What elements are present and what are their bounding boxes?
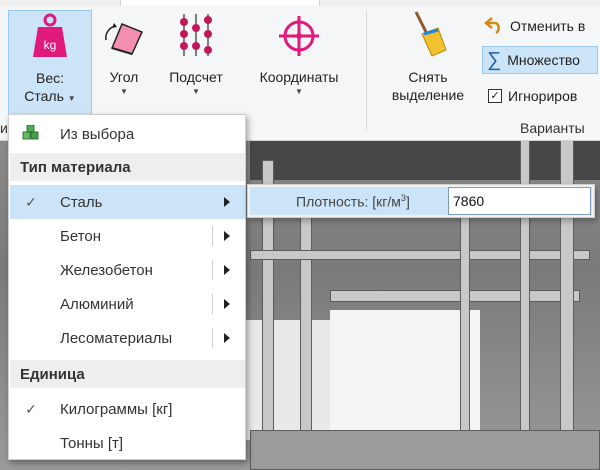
density-label: Плотность: [кг/м3]	[296, 193, 410, 210]
angle-button[interactable]: Угол ▼	[96, 10, 152, 116]
menu-item-label: Килограммы [кг]	[60, 400, 173, 418]
clear-selection-button[interactable]: Снять выделение	[378, 10, 478, 116]
sigma-icon: ∑	[487, 48, 502, 71]
submenu-arrow-icon	[224, 299, 230, 309]
weight-button-sublabel: Сталь ▼	[24, 88, 76, 104]
weight-icon: kg	[27, 11, 73, 59]
multiple-button[interactable]: ∑ Множество	[482, 46, 598, 74]
ignore-checkbox-box[interactable]: ✓	[488, 89, 502, 103]
check-icon: ✓	[25, 400, 37, 417]
options-group-label: Варианты	[520, 120, 585, 136]
crosshair-icon	[276, 10, 322, 58]
weight-button-label: Вес:	[35, 70, 64, 86]
multiple-label: Множество	[507, 52, 580, 68]
menu-item-label: Сталь	[60, 193, 103, 211]
viewport-structure	[250, 140, 600, 180]
steel-submenu: Плотность: [кг/м3]	[247, 184, 595, 218]
viewport-beam	[250, 250, 590, 260]
submenu-arrow-icon	[224, 333, 230, 343]
coordinates-button-label: Координаты	[259, 69, 339, 85]
clear-selection-line1: Снять	[408, 69, 448, 85]
menu-item-reinforced-concrete[interactable]: Железобетон	[10, 253, 245, 287]
submenu-arrow-icon	[224, 231, 230, 241]
weight-dropdown-menu: Из выбора Тип материала ✓ Сталь Бетон Же…	[8, 114, 246, 460]
viewport-floor	[250, 430, 600, 470]
ribbon-tab-strip	[0, 0, 600, 6]
density-input[interactable]	[448, 187, 591, 215]
chevron-down-icon: ▼	[120, 87, 128, 96]
svg-text:kg: kg	[44, 38, 57, 52]
viewport-beam	[330, 290, 580, 302]
menu-item-aluminum[interactable]: Алюминий	[10, 287, 245, 321]
menu-item-concrete[interactable]: Бетон	[10, 219, 245, 253]
menu-item-timber[interactable]: Лесоматериалы	[10, 321, 245, 355]
chevron-down-icon: ▼	[295, 87, 303, 96]
submenu-separator	[212, 328, 213, 348]
submenu-arrow-icon	[224, 197, 230, 207]
submenu-arrow-icon	[224, 265, 230, 275]
angle-button-label: Угол	[109, 69, 139, 85]
count-icon	[173, 10, 219, 58]
viewport-opening	[330, 310, 480, 440]
cubes-icon	[22, 124, 39, 144]
group-label-cut: и	[0, 120, 8, 136]
clear-selection-line2: выделение	[391, 87, 465, 103]
menu-item-label: Лесоматериалы	[60, 329, 173, 347]
count-button-label: Подсчет	[169, 69, 223, 85]
menu-item-label: Тонны [т]	[60, 434, 124, 452]
check-icon: ✓	[25, 193, 37, 210]
menu-item-kilograms[interactable]: ✓ Килограммы [кг]	[10, 392, 245, 426]
unit-section-header: Единица	[10, 360, 245, 388]
submenu-separator	[212, 226, 213, 246]
menu-item-label: Алюминий	[60, 295, 134, 313]
undo-label: Отменить в	[510, 18, 586, 34]
active-tab[interactable]	[120, 0, 320, 6]
count-button[interactable]: Подсчет ▼	[156, 10, 236, 116]
menu-item-tonnes[interactable]: Тонны [т]	[10, 426, 245, 460]
viewport-opening	[240, 320, 330, 440]
angle-icon	[101, 10, 147, 58]
ribbon-separator	[366, 10, 367, 130]
ignore-checkbox[interactable]: ✓ Игнориров	[488, 82, 600, 110]
chevron-down-icon: ▼	[192, 87, 200, 96]
menu-item-steel[interactable]: ✓ Сталь	[10, 185, 245, 219]
menu-item-label: Бетон	[60, 227, 102, 245]
broom-icon	[405, 10, 451, 58]
menu-item-label: Железобетон	[60, 261, 153, 279]
menu-item-from-selection[interactable]: Из выбора	[10, 117, 245, 151]
undo-icon	[484, 16, 504, 37]
submenu-separator	[212, 260, 213, 280]
coordinates-button[interactable]: Координаты ▼	[244, 10, 354, 116]
menu-item-label: Из выбора	[60, 125, 135, 143]
submenu-separator	[212, 294, 213, 314]
material-section-header: Тип материала	[10, 153, 245, 181]
weight-button[interactable]: kg Вес: Сталь ▼	[8, 10, 92, 116]
ignore-label: Игнориров	[508, 88, 578, 104]
undo-button[interactable]: Отменить в	[484, 12, 600, 40]
